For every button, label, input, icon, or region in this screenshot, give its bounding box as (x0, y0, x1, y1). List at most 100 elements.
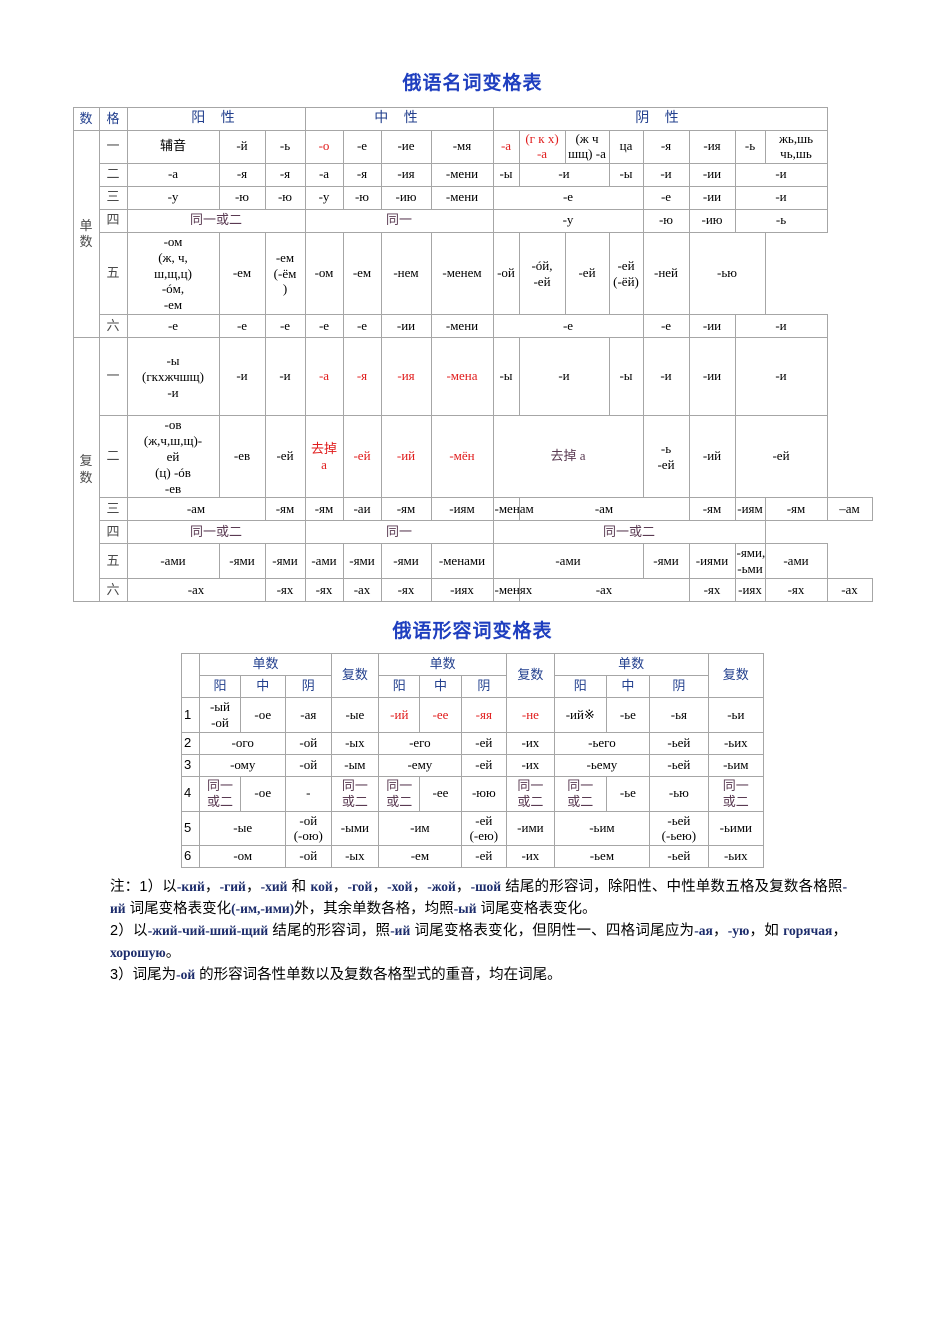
noun-cell: (ж ч шщ) -а (564, 130, 610, 164)
adj-cell: -ьей (649, 753, 709, 777)
cell-line: -ой (299, 812, 318, 828)
noun-cell: -менами (430, 543, 494, 580)
adj-cell: -яя (460, 697, 508, 733)
noun-cell: -ями (342, 543, 382, 580)
noun-cell: 去掉 а (492, 415, 644, 499)
noun-cell: -ы (гкхжчшщ) -и (126, 337, 220, 417)
noun-cell: -е (126, 314, 220, 339)
note-text: 2）以 (110, 923, 148, 940)
cell-line: -ей (617, 257, 635, 273)
noun-cell: -у (304, 185, 344, 210)
adj-cell: -его (378, 731, 462, 755)
note-text: ， (372, 879, 388, 896)
noun-plural-row: 复数一 -ы (гкхжчшщ) -и -и -и -а -я -ия -мена -ы -и -ы -и… (72, 337, 872, 603)
cell-line: -ем (163, 297, 183, 313)
adj-cell: -ая (285, 697, 332, 733)
adj-cell: -ой (285, 845, 332, 869)
note-russian-ending: -ая (694, 923, 713, 939)
cell-line: 或二 (517, 793, 544, 809)
noun-cell: 同一 (304, 520, 494, 545)
adj-cell: -ее (419, 775, 462, 812)
adj-cell: -ый -ой (199, 697, 241, 733)
number-group-singular: 单数 (72, 129, 100, 339)
case-label: 一 (98, 130, 128, 164)
adj-cell: -ьей (-ьею) (649, 810, 709, 847)
adj-case-number: 5 (180, 810, 201, 847)
adj-cell: -ью (649, 775, 709, 812)
noun-cell: -ах (342, 578, 382, 603)
note-russian-ending: -ую (727, 923, 750, 939)
footnote-3: 3）词尾为-ой 的形容词各性单数以及复数各格型式的重音，均在词尾。 (110, 964, 847, 986)
noun-cell: -ями (264, 543, 306, 580)
cell-line: -ев (164, 480, 182, 496)
noun-cell: -мена (430, 337, 494, 417)
cell-line: а (321, 456, 327, 472)
number-group-char: 数 (79, 469, 93, 485)
header-number: 数 (72, 107, 100, 131)
noun-cell: -е (642, 314, 690, 339)
cell-line: ) (282, 281, 288, 297)
adj-cell: -ое (239, 697, 287, 733)
adj-cell: -ых (330, 845, 380, 869)
cell-line: 同一 (722, 777, 749, 793)
adj-cell: -ей (460, 731, 508, 755)
note-text: ， (712, 923, 728, 940)
noun-cell: ца (608, 130, 644, 164)
noun-cell: -ами (126, 543, 220, 580)
noun-cell: -ю (642, 208, 690, 233)
note-text: ， (832, 923, 848, 940)
cell-line: -ой (211, 715, 229, 731)
cell-line: -ом (163, 233, 183, 249)
noun-cell: -у (492, 208, 644, 233)
adj-case-number: 1 (180, 697, 201, 733)
adj-cell: 同一 或二 (707, 775, 765, 812)
noun-cell: -ью (688, 231, 766, 316)
adj-cell: -ьей (649, 731, 709, 755)
adj-header-plural-3: 复数 (707, 653, 765, 699)
adj-cell: -ое (239, 775, 287, 812)
note-russian-ending: -гой (347, 879, 373, 895)
adj-cell: -ьем (553, 845, 651, 869)
adj-header-neut-3: 中 (605, 675, 651, 699)
noun-cell: -ней (642, 231, 690, 316)
note-russian-ending: -гий (219, 879, 246, 895)
noun-cell: 同一或二 (126, 520, 306, 545)
noun-cell: -я (642, 130, 690, 164)
noun-cell: -ям (264, 497, 306, 522)
cell-line: (ц) -óв (155, 464, 191, 480)
cell-line: 或二 (722, 793, 749, 809)
cell-line: 或二 (206, 793, 233, 809)
cell-line: 同一 (341, 777, 368, 793)
noun-cell: -аи (342, 497, 382, 522)
adj-cell: -ьих (707, 845, 765, 869)
adj-cell: -ом (199, 845, 287, 869)
adj-corner (180, 653, 201, 699)
noun-cell: -ию (380, 185, 432, 210)
noun-cell: -е (642, 185, 690, 210)
noun-cell: -ы (492, 162, 520, 187)
noun-cell: -мён (430, 415, 494, 499)
number-group-plural: 复数 (72, 337, 100, 603)
adj-cell: 同一 或二 (330, 775, 380, 812)
noun-cell: -ь (264, 130, 306, 164)
adj-header-fem-3: 阴 (649, 675, 709, 699)
adj-header-masc-1: 阳 (199, 675, 241, 699)
noun-plural-row: 五 -ами -ями -ями -ами -ями -ями -менами -ами -ями… (73, 543, 872, 580)
adj-cell: -ьему (553, 753, 651, 777)
adj-row: 1 -ый -ой -ое -ая -ые -ий -ее -яя -не -ий※ -ье -ья -ь… (180, 697, 765, 733)
adj-header-row-2: 阳中阴阳中阴阳中阴 (182, 675, 764, 699)
cell-line: -ь (660, 440, 672, 456)
case-label: 三 (98, 497, 128, 522)
noun-cell: -у (126, 185, 220, 210)
noun-cell: -и (642, 162, 690, 187)
noun-cell: -е (342, 130, 382, 164)
adj-cell: -ой (285, 753, 332, 777)
adj-header-singular-1: 单数 (199, 653, 332, 677)
adj-cell: -их (506, 753, 555, 777)
note-russian-ending: -жой (427, 879, 456, 895)
adj-cell: -ой (285, 731, 332, 755)
note-text: ， (455, 879, 471, 896)
adj-cell: -ий※ (553, 697, 607, 733)
noun-singular-row: 三 -у -ю -ю -у -ю -ию -мени -е -е -ии -и (73, 185, 872, 210)
cell-line: 同一 (386, 777, 413, 793)
